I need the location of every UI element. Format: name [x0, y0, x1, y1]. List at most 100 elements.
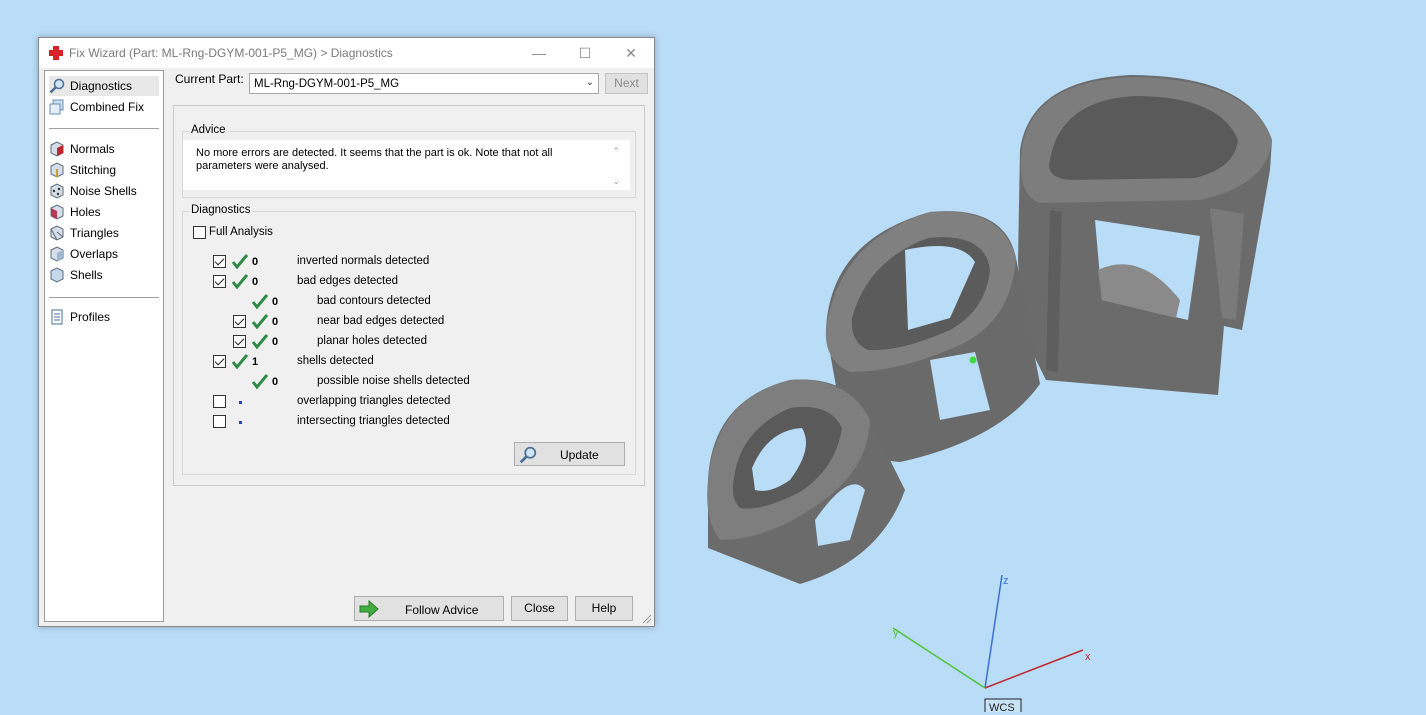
sidebar-item-stitching[interactable]: Stitching — [49, 160, 159, 180]
shells-checkbox[interactable] — [213, 355, 226, 368]
help-button[interactable]: Help — [575, 596, 633, 621]
advice-title: Advice — [189, 124, 228, 136]
full-analysis-checkbox[interactable] — [193, 226, 206, 239]
normals-cube-icon — [50, 141, 64, 157]
minimize-button[interactable]: — — [517, 38, 561, 68]
sidebar-item-diagnostics[interactable]: Diagnostics — [49, 76, 159, 96]
noise-shells-count: 0 — [272, 376, 279, 388]
sidebar-item-profiles[interactable]: Profiles — [49, 307, 159, 327]
next-button[interactable]: Next — [605, 73, 648, 94]
scroll-up-icon[interactable]: ⌃ — [612, 146, 620, 157]
sidebar-item-noise-shells[interactable]: Noise Shells — [49, 181, 159, 201]
inverted-normals-label: inverted normals detected — [297, 255, 430, 267]
current-part-value: ML-Rng-DGYM-001-P5_MG — [254, 78, 400, 90]
maximize-button[interactable]: ☐ — [563, 38, 607, 68]
inverted-normals-count: 0 — [252, 256, 259, 268]
near-bad-edges-count: 0 — [272, 316, 279, 328]
current-part-select[interactable]: ML-Rng-DGYM-001-P5_MG ⌄ — [249, 73, 599, 94]
sidebar-item-label: Noise Shells — [70, 184, 137, 198]
sidebar: Diagnostics Combined Fix Normals Stitchi… — [44, 70, 164, 622]
fix-wizard-dialog[interactable]: Fix Wizard (Part: ML-Rng-DGYM-001-P5_MG)… — [38, 37, 655, 627]
follow-advice-label: Follow Advice — [405, 603, 479, 617]
bad-contours-count: 0 — [272, 296, 279, 308]
noise-shells-label: possible noise shells detected — [317, 375, 470, 387]
near-bad-edges-checkbox[interactable] — [233, 315, 246, 328]
sidebar-item-label: Shells — [70, 268, 103, 282]
overlaps-cube-icon — [50, 246, 64, 262]
update-label: Update — [560, 448, 599, 462]
sidebar-item-label: Overlaps — [70, 247, 119, 261]
stitching-cube-icon — [50, 162, 64, 178]
planar-holes-count: 0 — [272, 336, 279, 348]
chevron-down-icon: ⌄ — [585, 77, 594, 88]
sidebar-item-label: Holes — [70, 205, 101, 219]
magnifier-icon — [49, 78, 65, 94]
status-dot-icon — [239, 401, 242, 404]
magnifier-icon — [519, 446, 537, 464]
sidebar-item-label: Triangles — [70, 226, 119, 240]
z-axis-label: z — [1003, 575, 1009, 587]
green-check-icon — [252, 374, 268, 390]
bad-edges-count: 0 — [252, 276, 259, 288]
sidebar-item-overlaps[interactable]: Overlaps — [49, 244, 159, 264]
overlapping-triangles-checkbox[interactable] — [213, 395, 226, 408]
intersecting-triangles-label: intersecting triangles detected — [297, 415, 450, 427]
title-bar[interactable]: Fix Wizard (Part: ML-Rng-DGYM-001-P5_MG)… — [39, 38, 654, 68]
current-part-label: Current Part: — [175, 72, 244, 86]
green-check-icon — [252, 294, 268, 310]
green-arrow-icon — [359, 600, 379, 618]
status-dot-icon — [239, 421, 242, 424]
ring-large[interactable] — [1018, 75, 1272, 395]
sidebar-item-label: Profiles — [70, 310, 111, 324]
follow-advice-button[interactable]: Follow Advice — [354, 596, 504, 621]
near-bad-edges-label: near bad edges detected — [317, 315, 445, 327]
sidebar-divider — [49, 297, 159, 298]
sidebar-item-combined-fix[interactable]: Combined Fix — [49, 97, 159, 117]
axes-triad — [892, 574, 1084, 689]
sidebar-item-holes[interactable]: Holes — [49, 202, 159, 222]
green-check-icon — [252, 314, 268, 330]
overlapping-triangles-label: overlapping triangles detected — [297, 395, 451, 407]
holes-cube-icon — [50, 204, 64, 220]
wcs-label: WCS — [989, 702, 1015, 712]
full-analysis-label: Full Analysis — [209, 226, 273, 238]
triangles-cube-icon — [50, 225, 64, 241]
sidebar-item-triangles[interactable]: Triangles — [49, 223, 159, 243]
noise-shells-cube-icon — [50, 183, 64, 199]
shells-count: 1 — [252, 356, 259, 368]
red-cross-icon — [49, 46, 63, 60]
green-check-icon — [252, 334, 268, 350]
bad-contours-label: bad contours detected — [317, 295, 431, 307]
sidebar-item-label: Combined Fix — [70, 100, 145, 114]
update-button[interactable]: Update — [514, 442, 625, 466]
diagnostics-title: Diagnostics — [189, 204, 253, 216]
x-axis-label: x — [1085, 651, 1091, 663]
sidebar-divider — [49, 128, 159, 129]
sidebar-item-label: Normals — [70, 142, 115, 156]
y-axis-label: y — [893, 627, 899, 639]
green-check-icon — [232, 354, 248, 370]
close-window-button[interactable]: ✕ — [609, 38, 653, 68]
sidebar-item-label: Diagnostics — [70, 79, 133, 93]
green-check-icon — [232, 254, 248, 270]
sidebar-item-label: Stitching — [70, 163, 117, 177]
bad-edges-checkbox[interactable] — [213, 275, 226, 288]
combined-fix-icon — [49, 99, 64, 115]
shells-cube-icon — [50, 267, 64, 283]
sidebar-item-normals[interactable]: Normals — [49, 139, 159, 159]
planar-holes-label: planar holes detected — [317, 335, 427, 347]
intersecting-triangles-checkbox[interactable] — [213, 415, 226, 428]
inverted-normals-checkbox[interactable] — [213, 255, 226, 268]
window-title: Fix Wizard (Part: ML-Rng-DGYM-001-P5_MG)… — [69, 46, 393, 60]
sidebar-item-shells[interactable]: Shells — [49, 265, 159, 285]
planar-holes-checkbox[interactable] — [233, 335, 246, 348]
advice-text: No more errors are detected. It seems th… — [196, 147, 553, 172]
scroll-down-icon[interactable]: ⌄ — [612, 176, 620, 187]
advice-textbox[interactable]: No more errors are detected. It seems th… — [183, 140, 630, 190]
green-check-icon — [232, 274, 248, 290]
shells-label: shells detected — [297, 355, 374, 367]
document-icon — [51, 309, 63, 325]
resize-grip-icon[interactable] — [642, 614, 652, 624]
bad-edges-label: bad edges detected — [297, 275, 399, 287]
close-button[interactable]: Close — [511, 596, 568, 621]
